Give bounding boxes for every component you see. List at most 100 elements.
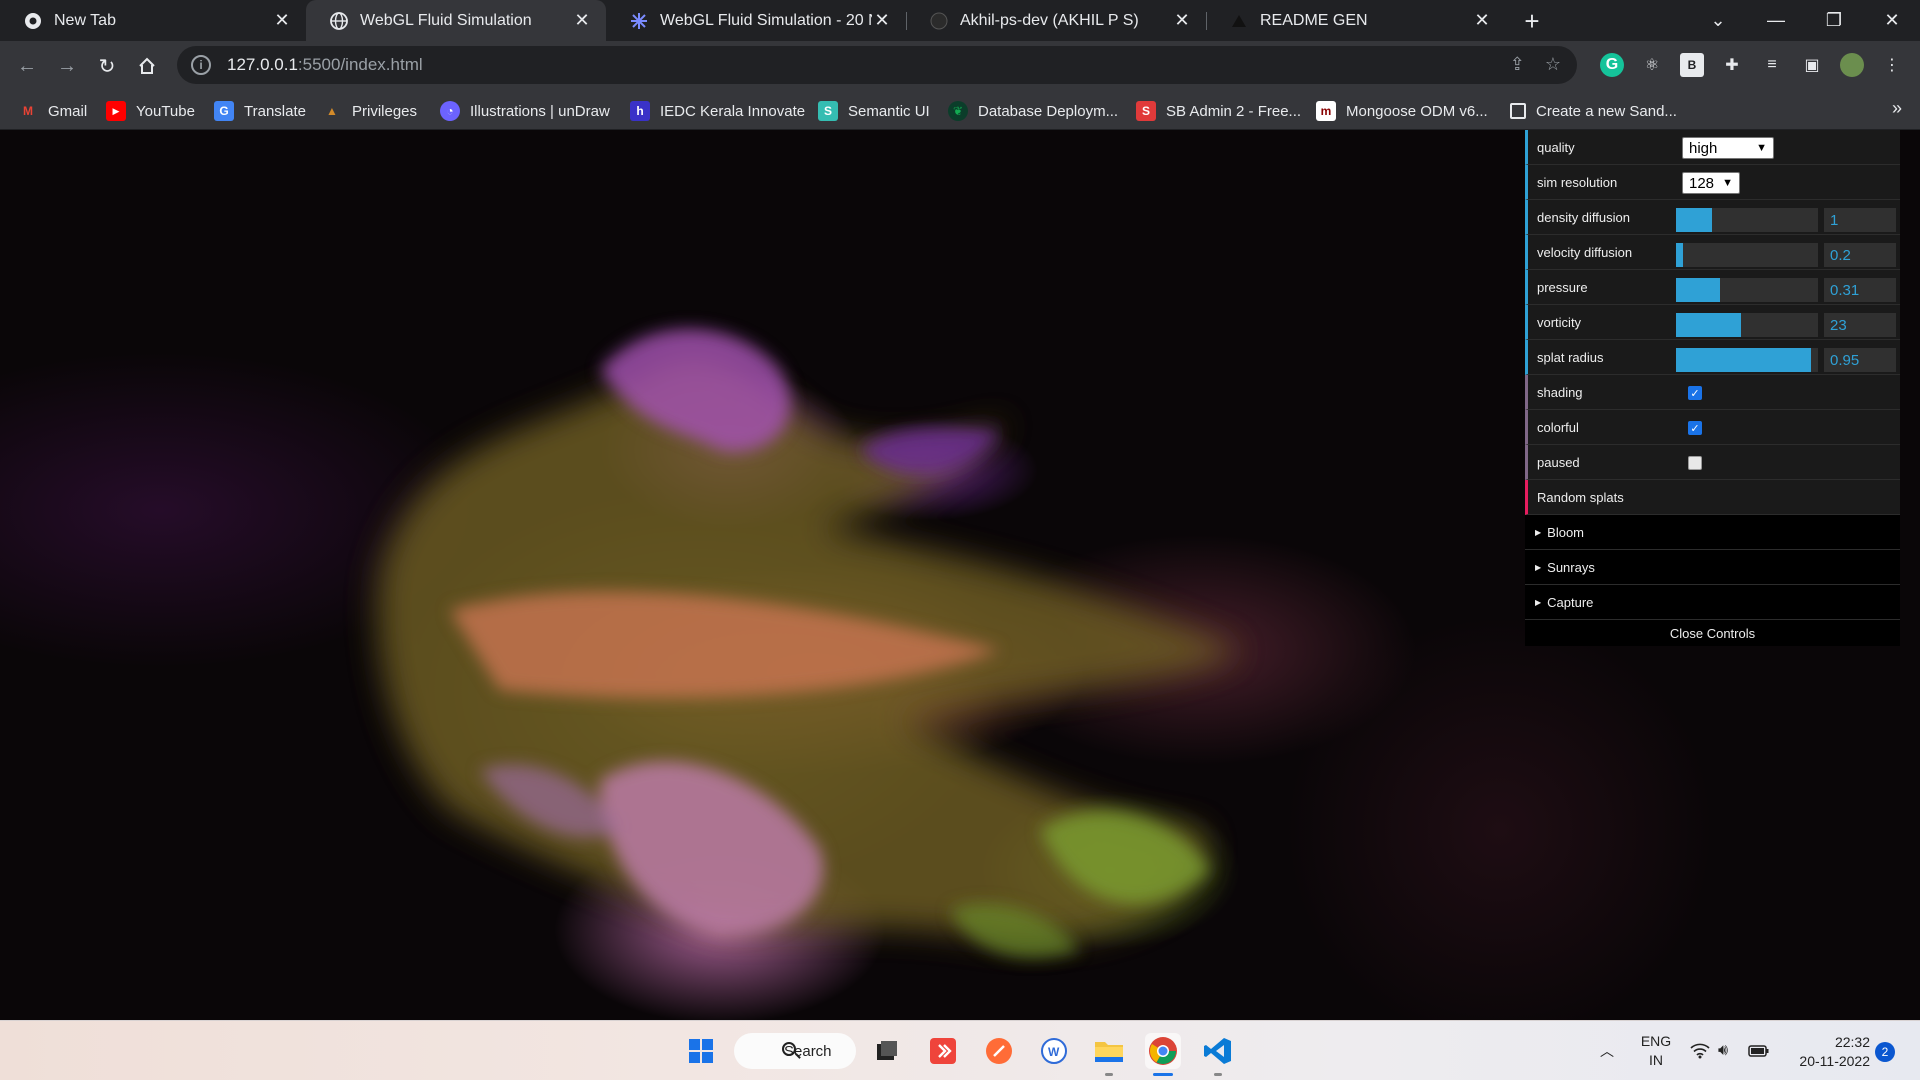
- media-control-icon[interactable]: ≡: [1760, 53, 1784, 77]
- close-tab-icon[interactable]: ✕: [1172, 10, 1192, 31]
- controls-panel: quality high ▼ sim resolution 128 ▼ densit…: [1525, 130, 1900, 646]
- grammarly-icon[interactable]: G: [1600, 53, 1624, 77]
- notification-badge[interactable]: 2: [1875, 1042, 1895, 1062]
- density-diffusion-slider[interactable]: [1676, 208, 1818, 232]
- restore-button[interactable]: ❐: [1806, 0, 1862, 41]
- tab-new-tab[interactable]: New Tab ✕: [0, 0, 306, 41]
- file-explorer-icon[interactable]: [1091, 1033, 1127, 1069]
- colorful-checkbox[interactable]: ✓: [1688, 421, 1702, 435]
- volume-icon[interactable]: 🔊︎: [1718, 1021, 1728, 1080]
- whatsapp-web-icon[interactable]: W: [1036, 1033, 1072, 1069]
- running-indicator: [1214, 1073, 1222, 1076]
- tab-webgl-fluid-20-nov[interactable]: WebGL Fluid Simulation - 20 Nov ✕: [606, 0, 906, 41]
- quality-label: quality: [1537, 139, 1575, 155]
- bookmark-label: Semantic UI: [848, 102, 930, 120]
- bookmark-label: Create a new Sand...: [1536, 102, 1677, 120]
- vorticity-slider[interactable]: [1676, 313, 1818, 337]
- bookmark-label: Translate: [244, 102, 306, 120]
- windows-start-icon[interactable]: [683, 1033, 719, 1069]
- bookmark-database-deployments[interactable]: ❦ Database Deploym...: [948, 100, 1118, 122]
- random-splats-label: Random splats: [1537, 489, 1624, 505]
- vorticity-input[interactable]: 23: [1824, 313, 1896, 337]
- sandbox-icon: [1510, 103, 1526, 119]
- close-tab-icon[interactable]: ✕: [572, 10, 592, 31]
- taskbar-search[interactable]: Search: [734, 1033, 856, 1069]
- tab-github-profile[interactable]: Akhil-ps-dev (AKHIL P S) ✕: [906, 0, 1206, 41]
- random-splats-button[interactable]: Random splats: [1525, 480, 1900, 515]
- minimize-button[interactable]: —: [1748, 0, 1804, 41]
- battery-icon[interactable]: [1748, 1021, 1770, 1080]
- bookmark-mongoose[interactable]: m Mongoose ODM v6...: [1316, 100, 1488, 122]
- folder-sunrays[interactable]: ▶ Sunrays: [1525, 550, 1900, 585]
- tab-title: WebGL Fluid Simulation: [360, 11, 532, 29]
- reload-icon[interactable]: ↻: [90, 49, 124, 83]
- bookmark-label: Database Deploym...: [978, 102, 1119, 120]
- side-panel-icon[interactable]: ▣: [1800, 53, 1824, 77]
- quality-select[interactable]: high ▼: [1682, 137, 1774, 159]
- vorticity-control: vorticity 23: [1525, 305, 1900, 340]
- pressure-slider[interactable]: [1676, 278, 1818, 302]
- back-icon[interactable]: ←: [10, 49, 44, 83]
- task-view-icon[interactable]: [869, 1033, 905, 1069]
- folder-label: Capture: [1547, 594, 1594, 610]
- bookmark-iedc[interactable]: h IEDC Kerala Innovate: [630, 100, 805, 122]
- bookmark-semantic-ui[interactable]: S Semantic UI: [818, 100, 930, 122]
- extension-b-icon[interactable]: B: [1680, 53, 1704, 77]
- browser-toolbar: ← → ↻ i 127.0.0.1:5500/index.html ⇪ ☆ G …: [0, 41, 1920, 90]
- caret-right-icon: ▶: [1535, 527, 1542, 537]
- close-window-button[interactable]: ✕: [1864, 0, 1920, 41]
- bookmarks-bar: M Gmail ▶ YouTube G Translate ▲ Privileges ◔…: [0, 90, 1920, 130]
- extensions-puzzle-icon[interactable]: ✚: [1720, 53, 1744, 77]
- bookmark-youtube[interactable]: ▶ YouTube: [106, 100, 195, 122]
- menu-kebab-icon[interactable]: ⋮: [1880, 53, 1904, 77]
- home-icon[interactable]: [130, 49, 164, 83]
- running-indicator: [1105, 1073, 1113, 1076]
- share-icon[interactable]: ⇪: [1510, 54, 1525, 75]
- language-indicator[interactable]: ENG IN: [1638, 1021, 1674, 1080]
- anydesk-icon[interactable]: [925, 1033, 961, 1069]
- folder-capture[interactable]: ▶ Capture: [1525, 585, 1900, 620]
- privileges-icon: ▲: [326, 104, 338, 118]
- density-diffusion-input[interactable]: 1: [1824, 208, 1896, 232]
- close-tab-icon[interactable]: ✕: [1472, 10, 1492, 31]
- bookmark-undraw[interactable]: ◔ Illustrations | unDraw: [440, 100, 610, 122]
- tab-readme-gen[interactable]: README GEN ✕: [1206, 0, 1506, 41]
- tab-search-chevron-icon[interactable]: ⌄: [1690, 0, 1746, 41]
- velocity-diffusion-slider[interactable]: [1676, 243, 1818, 267]
- bookmark-sb-admin[interactable]: S SB Admin 2 - Free...: [1136, 100, 1301, 122]
- close-tab-icon[interactable]: ✕: [872, 10, 892, 31]
- velocity-diffusion-input[interactable]: 0.2: [1824, 243, 1896, 267]
- wifi-icon[interactable]: [1690, 1021, 1710, 1080]
- site-info-icon[interactable]: i: [191, 55, 211, 75]
- splat-radius-slider[interactable]: [1676, 348, 1818, 372]
- profile-avatar[interactable]: [1840, 53, 1864, 77]
- bookmark-star-icon[interactable]: ☆: [1545, 54, 1561, 75]
- gmail-icon: M: [23, 104, 33, 118]
- paused-checkbox[interactable]: [1688, 456, 1702, 470]
- new-tab-button[interactable]: +: [1517, 6, 1547, 36]
- postman-icon[interactable]: [981, 1033, 1017, 1069]
- system-clock[interactable]: 22:32 20-11-2022: [1790, 1033, 1870, 1071]
- bookmark-translate[interactable]: G Translate: [214, 100, 306, 122]
- svg-text:W: W: [1048, 1045, 1060, 1059]
- undraw-icon: ◔: [440, 101, 460, 121]
- shading-checkbox[interactable]: ✓: [1688, 386, 1702, 400]
- slider-fill: [1676, 278, 1721, 302]
- react-devtools-icon[interactable]: ⚛: [1640, 53, 1664, 77]
- close-tab-icon[interactable]: ✕: [272, 10, 292, 31]
- folder-bloom[interactable]: ▶ Bloom: [1525, 515, 1900, 550]
- tab-webgl-fluid[interactable]: WebGL Fluid Simulation ✕: [306, 0, 606, 41]
- bookmark-privileges[interactable]: ▲ Privileges: [322, 100, 417, 122]
- chrome-taskbar-icon[interactable]: [1145, 1033, 1181, 1069]
- vscode-icon[interactable]: [1200, 1033, 1236, 1069]
- pressure-input[interactable]: 0.31: [1824, 278, 1896, 302]
- sim-resolution-select[interactable]: 128 ▼: [1682, 172, 1740, 194]
- bookmark-sandbox[interactable]: Create a new Sand...: [1510, 100, 1677, 122]
- address-bar[interactable]: i 127.0.0.1:5500/index.html ⇪ ☆: [177, 46, 1577, 84]
- splat-radius-input[interactable]: 0.95: [1824, 348, 1896, 372]
- forward-icon[interactable]: →: [50, 49, 84, 83]
- bookmark-gmail[interactable]: M Gmail: [18, 100, 87, 122]
- more-bookmarks-icon[interactable]: »: [1892, 98, 1902, 119]
- close-controls-button[interactable]: Close Controls: [1525, 620, 1900, 646]
- tray-overflow-icon[interactable]: ︿: [1600, 1021, 1614, 1080]
